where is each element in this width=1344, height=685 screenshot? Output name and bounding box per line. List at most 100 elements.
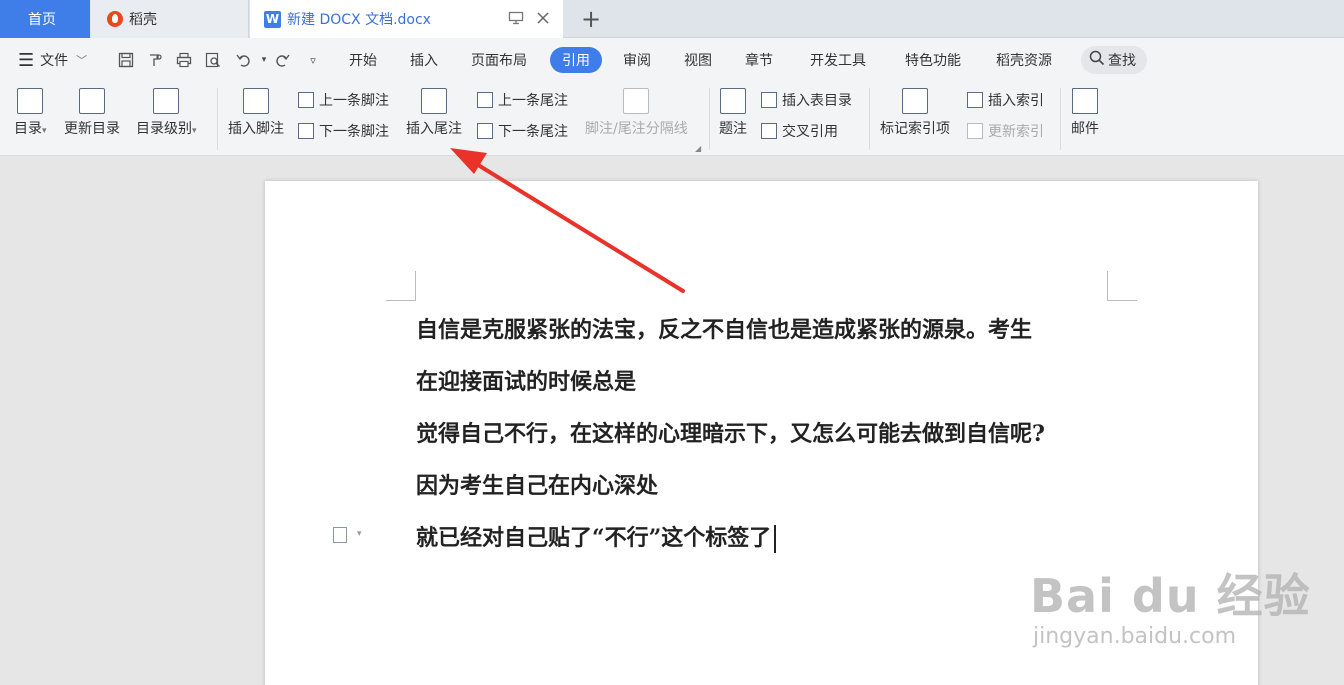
- mail-icon: [1072, 88, 1098, 114]
- prev-footnote-button[interactable]: 上一条脚注: [298, 90, 389, 110]
- menu-page-layout-label: 页面布局: [471, 53, 527, 69]
- insert-footnote-button[interactable]: 插入脚注: [228, 82, 284, 138]
- chevron-down-icon: ﹀: [76, 54, 88, 67]
- next-endnote-label: 下一条尾注: [498, 124, 568, 140]
- cross-reference-label: 交叉引用: [782, 124, 838, 140]
- redo-icon[interactable]: [272, 50, 292, 70]
- menu-daoke-resources[interactable]: 稻壳资源: [996, 38, 1052, 82]
- insert-index-label: 插入索引: [988, 93, 1044, 109]
- prev-endnote-button[interactable]: 上一条尾注: [477, 90, 568, 110]
- toc-button[interactable]: 目录▾: [14, 82, 47, 138]
- search-button[interactable]: 查找: [1081, 46, 1147, 74]
- next-endnote-icon: [477, 123, 493, 139]
- mark-index-label: 标记索引项: [880, 121, 950, 137]
- caption-button[interactable]: 题注: [719, 82, 747, 138]
- ribbon-separator: [217, 88, 218, 150]
- insert-footnote-label: 插入脚注: [228, 121, 284, 137]
- monitor-icon[interactable]: [508, 11, 524, 29]
- undo-dropdown-icon[interactable]: ▾: [254, 50, 274, 70]
- update-index-icon: [967, 123, 983, 139]
- menu-review[interactable]: 审阅: [623, 38, 651, 82]
- toc-level-icon: [153, 88, 180, 114]
- endnote-icon: [421, 88, 447, 114]
- next-footnote-label: 下一条脚注: [319, 124, 389, 140]
- mark-index-button[interactable]: 标记索引项: [880, 82, 950, 138]
- watermark-main: Bai du 经验: [1030, 569, 1311, 623]
- paragraph-line: 就已经对自己贴了“不行”这个标签了: [416, 520, 777, 553]
- menu-chapter-label: 章节: [745, 53, 773, 69]
- tab-bar: 首页 稻壳 W 新建 DOCX 文档.docx +: [0, 0, 1344, 38]
- plus-icon: +: [580, 5, 602, 33]
- menu-references[interactable]: 引用: [550, 47, 602, 73]
- print-preview-icon[interactable]: [203, 50, 223, 70]
- insert-table-toc-label: 插入表目录: [782, 93, 852, 109]
- insert-index-icon: [967, 92, 983, 108]
- tab-home[interactable]: 首页: [0, 0, 90, 38]
- insert-index-button[interactable]: 插入索引: [967, 90, 1044, 110]
- format-painter-icon[interactable]: [145, 50, 165, 70]
- file-menu[interactable]: ☰ 文件 ﹀: [18, 38, 87, 82]
- menu-developer-label: 开发工具: [810, 53, 866, 69]
- insert-endnote-button[interactable]: 插入尾注: [406, 82, 462, 138]
- tab-daoke[interactable]: 稻壳: [91, 0, 249, 38]
- print-icon[interactable]: [174, 50, 194, 70]
- close-icon[interactable]: [536, 11, 550, 29]
- update-toc-button[interactable]: 更新目录: [64, 82, 120, 138]
- toc-level-label: 目录级别▾: [136, 121, 197, 137]
- text-cursor: [774, 525, 777, 553]
- update-index-label: 更新索引: [988, 124, 1044, 140]
- undo-icon[interactable]: [234, 50, 254, 70]
- menu-features-label: 特色功能: [905, 53, 961, 69]
- cross-reference-button[interactable]: 交叉引用: [761, 121, 838, 141]
- caption-icon: [720, 88, 746, 114]
- dialog-launcher-icon[interactable]: ◢: [695, 144, 701, 153]
- menu-references-label: 引用: [562, 53, 590, 69]
- save-icon[interactable]: [116, 50, 136, 70]
- menu-insert-label: 插入: [410, 53, 438, 69]
- margin-corner: [1107, 271, 1137, 301]
- menu-home[interactable]: 开始: [349, 38, 377, 82]
- daoke-logo-icon: [107, 11, 123, 27]
- next-endnote-button[interactable]: 下一条尾注: [477, 121, 568, 141]
- prev-footnote-icon: [298, 92, 314, 108]
- cross-reference-icon: [761, 123, 777, 139]
- menu-insert[interactable]: 插入: [410, 38, 438, 82]
- menu-daoke-resources-label: 稻壳资源: [996, 53, 1052, 69]
- menu-chapter[interactable]: 章节: [745, 38, 773, 82]
- paragraph-handle-icon[interactable]: [333, 527, 347, 543]
- toc-label: 目录▾: [14, 121, 47, 137]
- new-tab-button[interactable]: +: [572, 0, 610, 38]
- footnote-separator-button[interactable]: 脚注/尾注分隔线: [585, 82, 688, 138]
- toc-level-button[interactable]: 目录级别▾: [136, 82, 197, 138]
- chevron-down-icon[interactable]: ▾: [357, 529, 362, 539]
- prev-endnote-icon: [477, 92, 493, 108]
- tab-document[interactable]: W 新建 DOCX 文档.docx: [250, 0, 563, 38]
- update-index-button[interactable]: 更新索引: [967, 121, 1044, 141]
- prev-endnote-label: 上一条尾注: [498, 93, 568, 109]
- ribbon-separator: [709, 88, 710, 150]
- ribbon-references: 目录▾ 更新目录 目录级别▾ 插入脚注 上一条脚注 下一条脚注 插入尾注 上一条…: [0, 82, 1344, 156]
- insert-table-toc-button[interactable]: 插入表目录: [761, 90, 852, 110]
- menu-view[interactable]: 视图: [684, 38, 712, 82]
- menu-features[interactable]: 特色功能: [905, 38, 961, 82]
- next-footnote-button[interactable]: 下一条脚注: [298, 121, 389, 141]
- ribbon-separator: [869, 88, 870, 150]
- watermark-url: jingyan.baidu.com: [1033, 624, 1237, 649]
- toc-icon: [17, 88, 44, 114]
- menu-bar: ☰ 文件 ﹀ ▾ ▿ 开始 插入 页面布局 引用 审阅 视图 章节 开发工具 特…: [0, 38, 1344, 82]
- mail-label: 邮件: [1071, 121, 1099, 137]
- insert-endnote-label: 插入尾注: [406, 121, 462, 137]
- tab-document-label: 新建 DOCX 文档.docx: [287, 12, 431, 28]
- footnote-separator-label: 脚注/尾注分隔线: [585, 121, 688, 137]
- customize-toolbar-icon[interactable]: ▿: [303, 50, 323, 70]
- hamburger-icon: ☰: [18, 49, 35, 71]
- tab-daoke-label: 稻壳: [129, 12, 157, 28]
- menu-review-label: 审阅: [623, 53, 651, 69]
- writer-logo-icon: W: [264, 10, 281, 28]
- menu-developer[interactable]: 开发工具: [810, 38, 866, 82]
- search-icon: [1089, 50, 1105, 70]
- menu-view-label: 视图: [684, 53, 712, 69]
- mark-index-icon: [902, 88, 928, 114]
- mail-button[interactable]: 邮件: [1071, 82, 1099, 138]
- menu-page-layout[interactable]: 页面布局: [471, 38, 527, 82]
